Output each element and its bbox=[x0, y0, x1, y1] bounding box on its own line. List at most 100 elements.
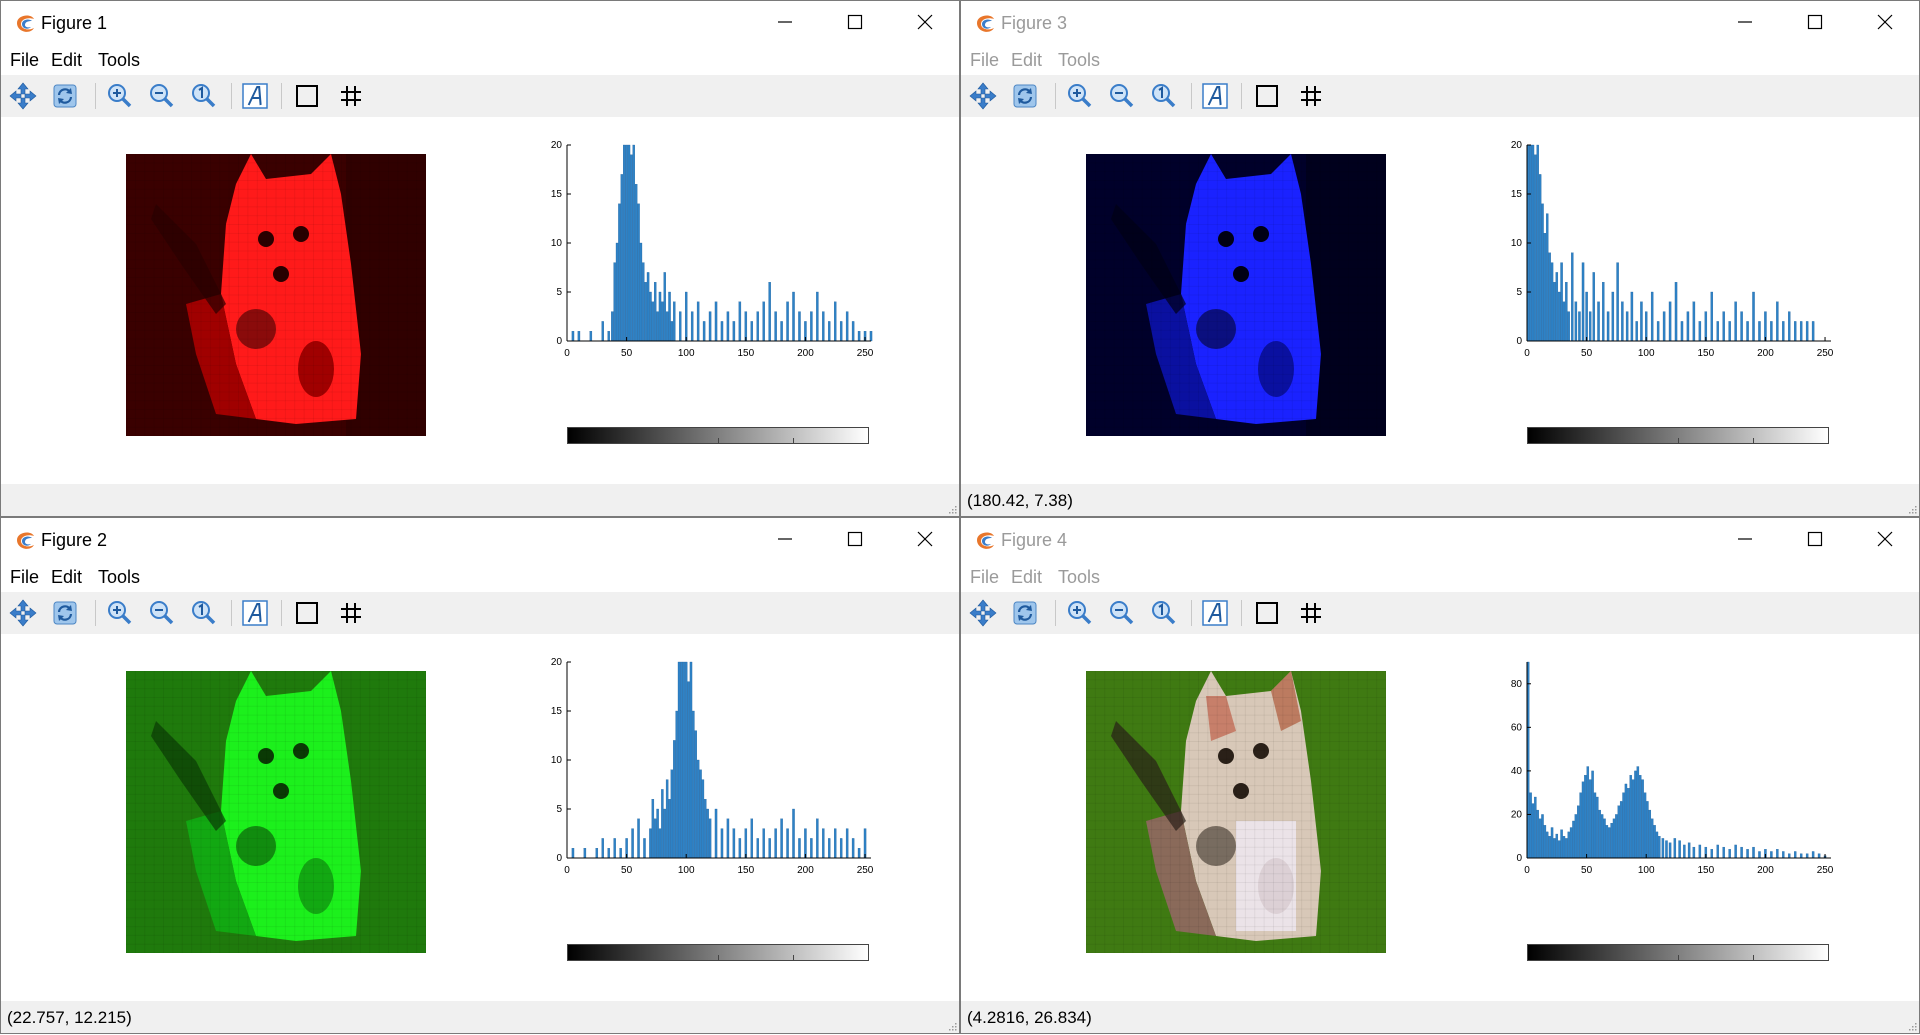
histogram-bar bbox=[1794, 321, 1797, 342]
zoom-in-button[interactable] bbox=[101, 78, 137, 114]
maximize-button[interactable] bbox=[1780, 518, 1850, 560]
histogram-bar bbox=[726, 818, 730, 859]
pan-button[interactable] bbox=[965, 78, 1001, 114]
histogram-bar bbox=[1752, 291, 1755, 342]
zoom-in-button[interactable] bbox=[1061, 78, 1097, 114]
figure-canvas[interactable]: 0 50 100 150 200 250 0 5 10 15 20 bbox=[1, 117, 959, 486]
zoom-out-button[interactable] bbox=[143, 595, 179, 631]
maximize-button[interactable] bbox=[820, 518, 890, 560]
histogram-bar bbox=[658, 828, 662, 859]
maximize-button[interactable] bbox=[820, 1, 890, 43]
insert-text-button[interactable] bbox=[237, 78, 273, 114]
histogram-chart[interactable]: 0 50 100 150 200 250 0 5 10 15 20 bbox=[531, 654, 881, 889]
histogram-bar bbox=[1734, 844, 1737, 859]
histogram-bar bbox=[1624, 783, 1628, 859]
menu-tools[interactable]: Tools bbox=[98, 50, 140, 71]
figure-canvas[interactable]: 0 50 100 150 200 250 0 5 10 15 20 bbox=[961, 117, 1919, 486]
axes-box-button[interactable] bbox=[1249, 78, 1285, 114]
maximize-button[interactable] bbox=[1780, 1, 1850, 43]
menu-edit[interactable]: Edit bbox=[1011, 567, 1042, 588]
histogram-bar bbox=[649, 828, 652, 859]
zoom-reset-button[interactable] bbox=[185, 78, 221, 114]
resize-grip-icon[interactable] bbox=[1907, 504, 1917, 514]
menu-edit[interactable]: Edit bbox=[51, 50, 82, 71]
title-bar[interactable]: Figure 1 bbox=[1, 1, 959, 43]
grid-button[interactable] bbox=[1293, 595, 1329, 631]
zoom-reset-button[interactable] bbox=[1145, 78, 1181, 114]
insert-text-button[interactable] bbox=[237, 595, 273, 631]
histogram-bar bbox=[663, 272, 666, 342]
figure-canvas[interactable]: 0 50 100 150 200 250 0 20 40 60 80 bbox=[961, 634, 1919, 1003]
minimize-button[interactable] bbox=[750, 518, 820, 560]
axes-box-button[interactable] bbox=[289, 595, 325, 631]
menu-edit[interactable]: Edit bbox=[1011, 50, 1042, 71]
rotate-button[interactable] bbox=[1007, 78, 1043, 114]
zoom-reset-button[interactable] bbox=[185, 595, 221, 631]
histogram-chart[interactable]: 0 50 100 150 200 250 0 5 10 15 20 bbox=[1491, 137, 1841, 372]
grid-button[interactable] bbox=[333, 595, 369, 631]
histogram-bar bbox=[1581, 262, 1585, 342]
zoom-reset-button[interactable] bbox=[1145, 595, 1181, 631]
rotate-button[interactable] bbox=[47, 595, 83, 631]
x-tick-label: 50 bbox=[1581, 348, 1593, 359]
zoom-in-button[interactable] bbox=[1061, 595, 1097, 631]
histogram-chart[interactable]: 0 50 100 150 200 250 0 5 10 15 20 bbox=[531, 137, 881, 372]
histogram-bar bbox=[1615, 814, 1618, 859]
pan-button[interactable] bbox=[965, 595, 1001, 631]
histogram-bar bbox=[732, 321, 736, 342]
resize-grip-icon[interactable] bbox=[947, 1021, 957, 1031]
histogram-bar bbox=[816, 818, 819, 859]
image-axes[interactable] bbox=[126, 671, 426, 953]
figure-canvas[interactable]: 0 50 100 150 200 250 0 5 10 15 20 bbox=[1, 634, 959, 1003]
minimize-button[interactable] bbox=[1710, 1, 1780, 43]
menu-file[interactable]: File bbox=[970, 567, 999, 588]
grid-button[interactable] bbox=[1293, 78, 1329, 114]
minimize-button[interactable] bbox=[750, 1, 820, 43]
rotate-button[interactable] bbox=[47, 78, 83, 114]
title-bar[interactable]: Figure 4 bbox=[961, 518, 1919, 560]
histogram-bar bbox=[750, 321, 754, 342]
pan-button[interactable] bbox=[5, 595, 41, 631]
rotate-button[interactable] bbox=[1007, 595, 1043, 631]
menu-edit[interactable]: Edit bbox=[51, 567, 82, 588]
title-bar[interactable]: Figure 2 bbox=[1, 518, 959, 560]
menu-tools[interactable]: Tools bbox=[98, 567, 140, 588]
menu-tools[interactable]: Tools bbox=[1058, 567, 1100, 588]
maximize-icon bbox=[847, 14, 863, 30]
cat-leg bbox=[1196, 309, 1236, 349]
histogram-chart[interactable]: 0 50 100 150 200 250 0 20 40 60 80 bbox=[1491, 654, 1841, 889]
menu-file[interactable]: File bbox=[10, 50, 39, 71]
zoom-out-button[interactable] bbox=[1103, 595, 1139, 631]
image-axes[interactable] bbox=[1086, 154, 1386, 436]
close-button[interactable] bbox=[890, 518, 959, 560]
histogram-bar bbox=[1596, 796, 1599, 859]
y-tick-label: 0 bbox=[556, 853, 562, 864]
axes-box-button[interactable] bbox=[1249, 595, 1285, 631]
axes-box-button[interactable] bbox=[289, 78, 325, 114]
pan-button[interactable] bbox=[5, 78, 41, 114]
close-button[interactable] bbox=[890, 1, 959, 43]
menu-file[interactable]: File bbox=[10, 567, 39, 588]
close-button[interactable] bbox=[1850, 518, 1919, 560]
zoom-in-button[interactable] bbox=[101, 595, 137, 631]
resize-grip-icon[interactable] bbox=[1907, 1021, 1917, 1031]
histogram-bar bbox=[798, 838, 801, 859]
insert-text-button[interactable] bbox=[1197, 78, 1233, 114]
minimize-button[interactable] bbox=[1710, 518, 1780, 560]
histogram-bar bbox=[1646, 801, 1649, 859]
image-axes[interactable] bbox=[126, 154, 426, 436]
resize-grip-icon[interactable] bbox=[947, 504, 957, 514]
histogram-bar bbox=[1621, 301, 1624, 342]
histogram-bar bbox=[1555, 272, 1559, 342]
image-axes[interactable] bbox=[1086, 671, 1386, 953]
zoom-out-button[interactable] bbox=[1103, 78, 1139, 114]
histogram-bar bbox=[651, 799, 655, 859]
zoom-out-button[interactable] bbox=[143, 78, 179, 114]
x-tick-label: 250 bbox=[1817, 348, 1834, 359]
menu-tools[interactable]: Tools bbox=[1058, 50, 1100, 71]
close-button[interactable] bbox=[1850, 1, 1919, 43]
grid-button[interactable] bbox=[333, 78, 369, 114]
insert-text-button[interactable] bbox=[1197, 595, 1233, 631]
title-bar[interactable]: Figure 3 bbox=[961, 1, 1919, 43]
menu-file[interactable]: File bbox=[970, 50, 999, 71]
